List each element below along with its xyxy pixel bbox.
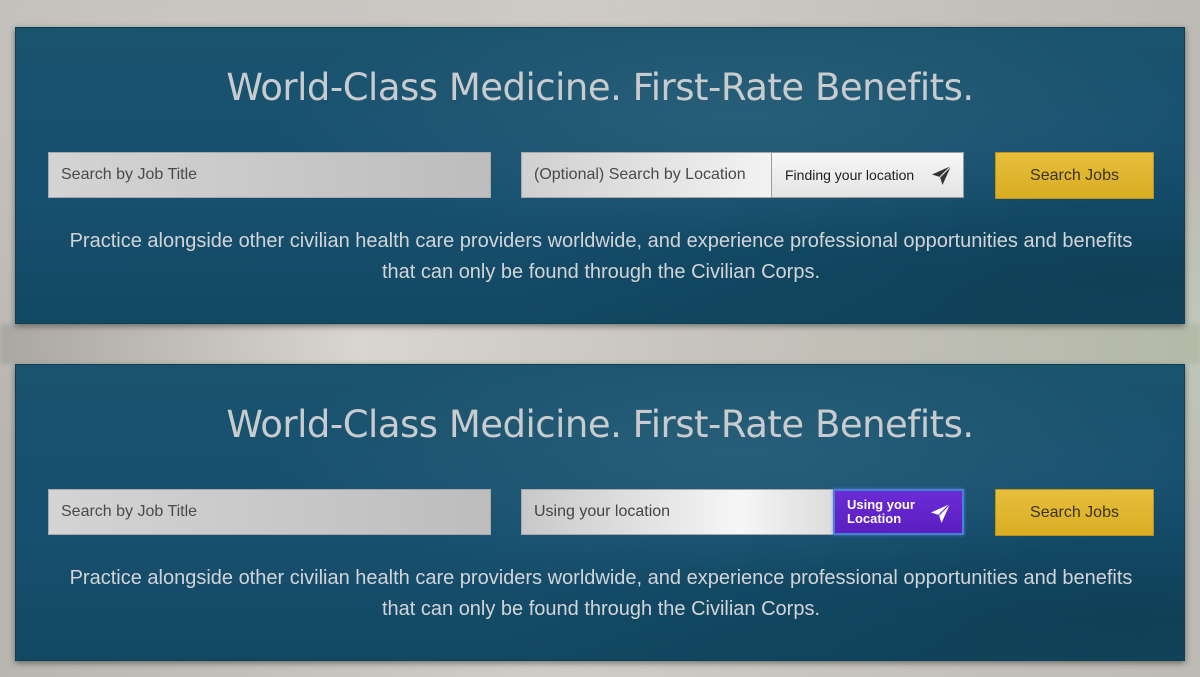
use-my-location-button[interactable]: Using your Location xyxy=(833,489,964,535)
location-button-label: Using your Location xyxy=(847,497,915,526)
page-headline: World-Class Medicine. First-Rate Benefit… xyxy=(226,403,974,446)
background-blur xyxy=(0,324,1200,364)
job-title-search-input[interactable] xyxy=(48,152,491,198)
job-title-search-input[interactable] xyxy=(48,489,491,535)
location-button-label: Finding your location xyxy=(785,167,915,183)
hero-search-panel-located: World-Class Medicine. First-Rate Benefit… xyxy=(15,364,1185,661)
search-jobs-button[interactable]: Search Jobs xyxy=(995,489,1154,536)
use-my-location-button[interactable]: Finding your location xyxy=(771,152,964,198)
hero-tagline: Practice alongside other civilian health… xyxy=(69,567,1133,620)
hero-search-panel-finding: World-Class Medicine. First-Rate Benefit… xyxy=(15,27,1185,324)
hero-tagline: Practice alongside other civilian health… xyxy=(69,230,1133,283)
navigation-arrow-icon xyxy=(931,503,951,523)
navigation-arrow-icon xyxy=(932,165,952,185)
search-jobs-button[interactable]: Search Jobs xyxy=(995,152,1154,199)
location-search-input[interactable] xyxy=(521,152,773,198)
location-search-input[interactable] xyxy=(521,489,834,535)
page-headline: World-Class Medicine. First-Rate Benefit… xyxy=(226,66,974,109)
